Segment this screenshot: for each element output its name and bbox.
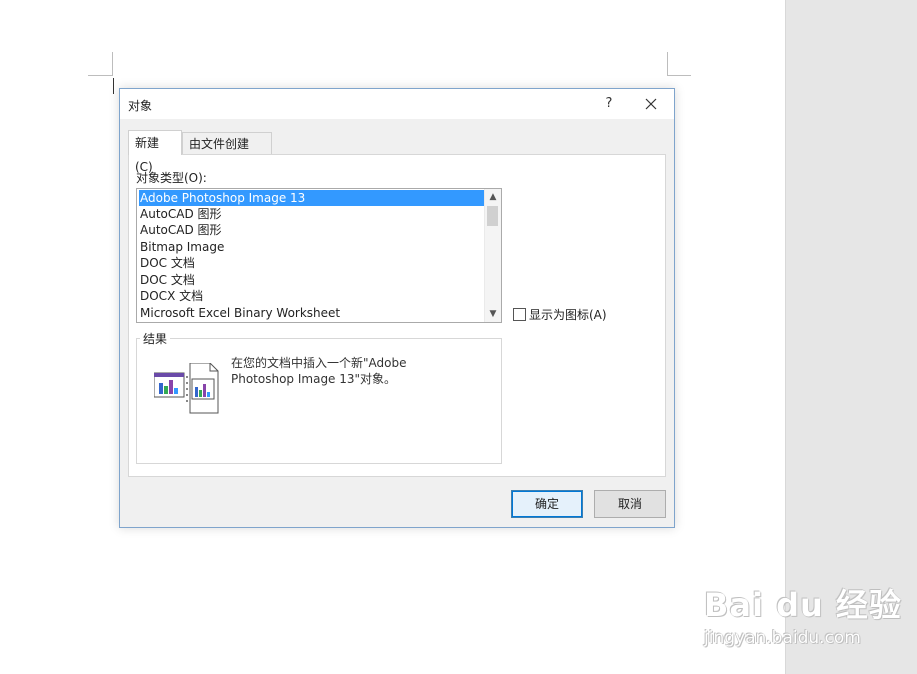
result-label: 结果 <box>140 330 171 347</box>
list-item[interactable]: Bitmap Image <box>139 239 487 255</box>
text-cursor <box>113 78 114 94</box>
chevron-up-icon[interactable]: ▲ <box>485 189 501 205</box>
crop-mark-top-right-h <box>667 75 691 76</box>
list-item[interactable]: AutoCAD 图形 <box>139 206 487 222</box>
side-panel <box>785 0 917 674</box>
baidu-watermark: Bai du 经验 jingyan.baidu.com <box>704 580 902 648</box>
crop-mark-top-left-h <box>88 75 112 76</box>
scrollbar-thumb[interactable] <box>487 206 498 226</box>
help-button[interactable]: ? <box>598 93 620 115</box>
object-dialog: 对象 ? 新建(C) 由文件创建(F) 对象类型(O): Adobe Photo… <box>119 88 675 528</box>
display-as-icon-checkbox[interactable] <box>513 308 526 321</box>
tab-create-new[interactable]: 新建(C) <box>128 130 182 174</box>
list-item[interactable]: DOCX 文档 <box>139 288 487 304</box>
list-item[interactable]: Microsoft Excel Binary Worksheet <box>139 305 487 321</box>
object-type-list[interactable]: Adobe Photoshop Image 13 AutoCAD 图形 Auto… <box>136 188 502 323</box>
result-description: 在您的文档中插入一个新"Adobe Photoshop Image 13"对象。 <box>231 356 407 386</box>
display-as-icon-label[interactable]: 显示为图标(A) <box>529 306 607 323</box>
list-item[interactable]: DOC 文档 <box>139 255 487 271</box>
ok-button[interactable]: 确定 <box>511 490 583 518</box>
dialog-title: 对象 <box>128 99 153 113</box>
list-item[interactable]: Adobe Photoshop Image 13 <box>139 190 487 206</box>
crop-mark-top-right-v <box>667 52 668 76</box>
close-icon <box>645 98 657 110</box>
close-button[interactable] <box>640 93 662 115</box>
list-scrollbar[interactable]: ▲ ▼ <box>484 189 501 322</box>
list-item[interactable]: AutoCAD 图形 <box>139 222 487 238</box>
dialog-titlebar[interactable]: 对象 ? <box>120 89 674 119</box>
crop-mark-top-left-v <box>112 52 113 76</box>
watermark-logo: Bai du 经验 <box>704 586 902 624</box>
watermark-url: jingyan.baidu.com <box>704 628 861 648</box>
chevron-down-icon[interactable]: ▼ <box>485 306 501 322</box>
cancel-button[interactable]: 取消 <box>594 490 666 518</box>
embedded-object-icon <box>154 363 219 414</box>
tab-create-from-file[interactable]: 由文件创建(F) <box>182 132 272 173</box>
list-item[interactable]: DOC 文档 <box>139 272 487 288</box>
